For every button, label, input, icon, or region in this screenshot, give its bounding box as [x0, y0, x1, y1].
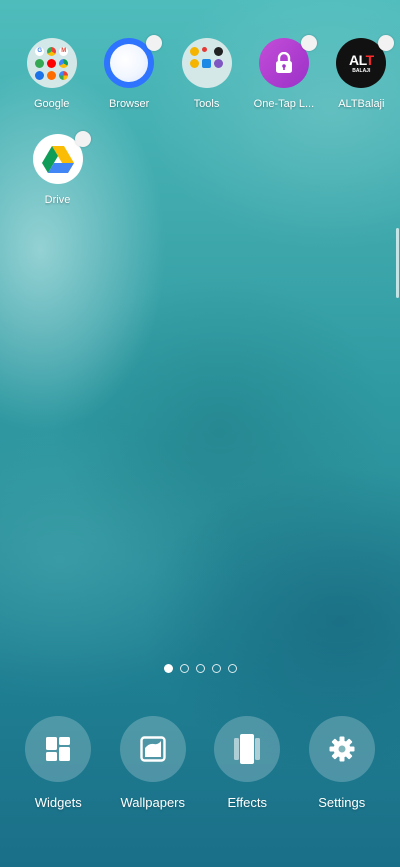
gmail-icon: M	[59, 46, 69, 56]
app-label: Browser	[108, 98, 150, 110]
app-altbalaji[interactable]: ALT BALAJI ALTBalaji	[323, 35, 400, 134]
maps-icon	[35, 58, 45, 68]
recorder-icon	[202, 46, 208, 52]
notification-badge	[378, 35, 395, 51]
google-g-icon: G	[35, 46, 45, 56]
file-icon	[202, 58, 212, 68]
app-grid: G M Google Browser Tools One-Tap L... AL…	[0, 35, 400, 230]
page-dot-2[interactable]	[179, 664, 189, 673]
duo-icon	[35, 70, 45, 80]
app-row-2: Drive	[0, 131, 400, 230]
clock-icon	[214, 58, 224, 68]
app-browser[interactable]: Browser	[90, 35, 167, 134]
photos-icon	[59, 70, 69, 80]
google-drive-icon	[32, 131, 91, 184]
app-label: One-Tap L...	[253, 98, 315, 110]
app-label: ALTBalaji	[338, 98, 385, 110]
settings-button[interactable]: Settings	[302, 716, 382, 810]
page-indicator	[0, 664, 400, 673]
app-one-tap-lock[interactable]: One-Tap L...	[245, 35, 322, 134]
altbalaji-logo-text: ALT	[348, 51, 374, 68]
altbalaji-logo-subtext: BALAJI	[352, 67, 371, 74]
wallpapers-button-circle	[119, 716, 186, 782]
app-row-1: G M Google Browser Tools One-Tap L... AL…	[0, 35, 400, 134]
camera-icon	[214, 46, 224, 56]
notification-badge	[146, 35, 163, 51]
app-google-folder[interactable]: G M Google	[13, 38, 90, 134]
edge-panel-handle[interactable]	[396, 228, 399, 298]
app-label: Google	[33, 98, 70, 110]
effects-icon	[234, 734, 261, 764]
notification-badge	[74, 131, 91, 147]
drive-mini-icon	[59, 58, 69, 68]
widgets-button[interactable]: Widgets	[18, 716, 98, 810]
gear-icon	[329, 736, 355, 762]
wallpapers-button[interactable]: Wallpapers	[113, 716, 193, 810]
app-tools-folder[interactable]: Tools	[168, 38, 245, 134]
google-folder-icon: G M	[26, 38, 77, 88]
chrome-icon	[47, 46, 57, 56]
settings-label: Settings	[318, 795, 366, 810]
youtube-icon	[47, 58, 57, 68]
padlock-icon	[275, 52, 292, 73]
widgets-label: Widgets	[34, 795, 82, 810]
notification-badge	[300, 35, 317, 51]
tools-folder-icon	[181, 38, 232, 88]
effects-button-circle	[214, 716, 281, 782]
page-dot-3[interactable]	[195, 664, 205, 673]
app-label: Drive	[44, 194, 71, 206]
calculator-icon	[190, 46, 200, 56]
widgets-icon	[46, 737, 71, 761]
lock-app-icon	[258, 35, 317, 88]
play-music-icon	[47, 70, 57, 80]
drive-triangle-icon	[41, 146, 74, 173]
page-dot-4[interactable]	[211, 664, 221, 673]
app-drive[interactable]: Drive	[13, 131, 102, 230]
wallpapers-label: Wallpapers	[120, 795, 186, 810]
app-label: Tools	[193, 98, 220, 110]
home-edit-actions: Widgets Wallpapers Effects Settings	[0, 716, 400, 810]
altbalaji-logo-icon: ALT BALAJI	[336, 35, 395, 88]
effects-button[interactable]: Effects	[207, 716, 287, 810]
wallpaper-icon	[140, 736, 166, 762]
page-dot-5[interactable]	[227, 664, 237, 673]
page-dot-1[interactable]	[163, 664, 173, 673]
settings-button-circle	[308, 716, 375, 782]
effects-label: Effects	[227, 795, 267, 810]
browser-icon	[104, 35, 163, 88]
compass-icon	[190, 58, 200, 68]
widgets-button-circle	[25, 716, 92, 782]
